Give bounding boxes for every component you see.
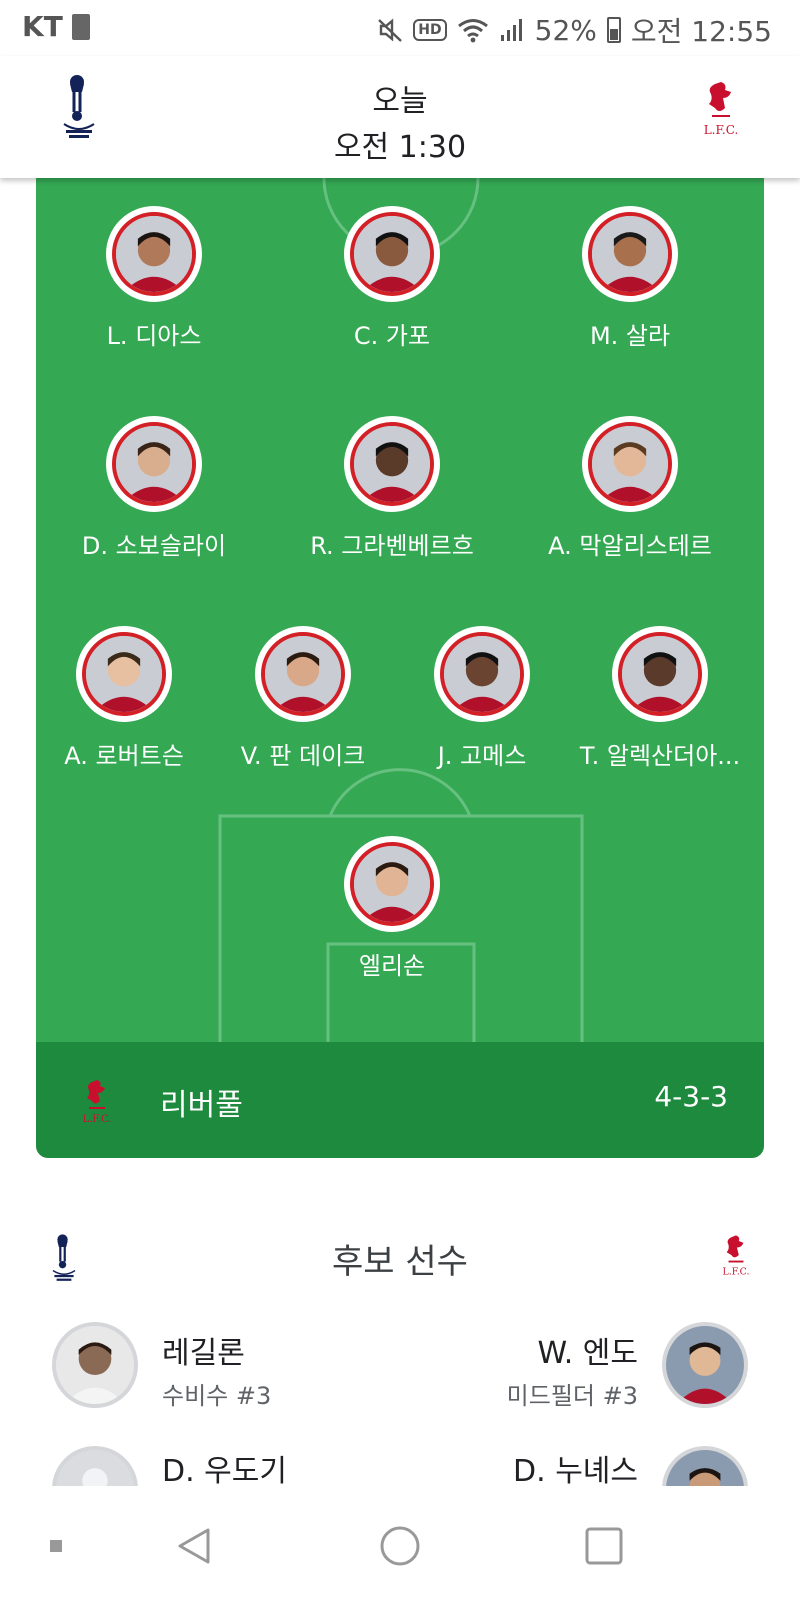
match-day: 오늘 bbox=[372, 84, 428, 119]
mute-icon bbox=[378, 18, 403, 42]
player-name: M. 살라 bbox=[589, 322, 671, 350]
player-name: J. 고메스 bbox=[437, 742, 527, 770]
player-photo bbox=[344, 206, 440, 302]
player-name: V. 판 데이크 bbox=[240, 742, 366, 770]
liverpool-crest-icon[interactable]: L.F.C. bbox=[702, 78, 740, 138]
clock: 오전 12:55 bbox=[630, 15, 772, 48]
substitute-position: 수비수 #3 bbox=[162, 1382, 272, 1410]
home-icon[interactable] bbox=[370, 1516, 430, 1576]
team-bar: L.F.C. 리버풀 4-3-3 bbox=[36, 1042, 764, 1158]
player-photo bbox=[612, 626, 708, 722]
battery-percent: 52% bbox=[534, 13, 597, 47]
player-photo bbox=[52, 1322, 138, 1408]
battery-saver-icon bbox=[72, 14, 90, 40]
lineup-player[interactable]: A. 로버트슨 bbox=[36, 626, 224, 771]
lineup-player[interactable]: M. 살라 bbox=[530, 206, 730, 351]
navigation-bar bbox=[0, 1490, 800, 1600]
match-header: 오늘 오전 1:30 L.F.C. bbox=[0, 56, 800, 178]
substitute-item[interactable]: W. 엔도 미드필더 #3 bbox=[408, 1322, 748, 1422]
liverpool-crest-icon: L.F.C. bbox=[83, 1080, 112, 1124]
player-photo bbox=[344, 416, 440, 512]
substitute-name: D. 우도기 bbox=[162, 1454, 287, 1486]
formation: 4-3-3 bbox=[654, 1080, 728, 1113]
lineup-player[interactable]: J. 고메스 bbox=[382, 626, 582, 771]
svg-text:L.F.C.: L.F.C. bbox=[83, 1114, 112, 1124]
player-name: D. 소보슬라이 bbox=[81, 532, 227, 560]
lineup-player[interactable]: C. 가포 bbox=[292, 206, 492, 351]
substitute-name: D. 누녜스 bbox=[513, 1454, 638, 1486]
player-photo bbox=[255, 626, 351, 722]
substitutes-title: 후보 선수 bbox=[332, 1242, 468, 1282]
pitch: L. 디아스 C. 가포 M. 살라 D. 소보슬라이 R. 그라벤베르흐 A. 막알리스… bbox=[36, 178, 764, 1042]
hd-voice-icon: HD bbox=[413, 19, 447, 41]
substitute-item[interactable]: D. 우도기 bbox=[52, 1446, 392, 1486]
signal-icon bbox=[500, 19, 522, 41]
substitute-name: 레길론 bbox=[162, 1336, 245, 1371]
svg-text:L.F.C.: L.F.C. bbox=[704, 123, 739, 137]
lineup-player[interactable]: D. 소보슬라이 bbox=[54, 416, 254, 561]
player-photo bbox=[582, 416, 678, 512]
substitute-item[interactable]: D. 누녜스 bbox=[408, 1446, 748, 1486]
player-photo bbox=[344, 836, 440, 932]
battery-icon bbox=[606, 17, 621, 43]
svg-text:L.F.C.: L.F.C. bbox=[723, 1267, 750, 1278]
lineup-player[interactable]: 엘리손 bbox=[292, 836, 492, 981]
lineup-player[interactable]: T. 알렉산더아... bbox=[560, 626, 760, 771]
recents-icon[interactable] bbox=[26, 1516, 86, 1576]
player-name: A. 로버트슨 bbox=[64, 742, 184, 770]
status-bar: KT HD 52% 오전 12:55 bbox=[0, 0, 800, 56]
player-photo bbox=[106, 206, 202, 302]
player-name: 엘리손 bbox=[358, 952, 426, 980]
player-photo bbox=[662, 1446, 748, 1486]
player-name: A. 막알리스테르 bbox=[548, 532, 712, 560]
player-photo-placeholder bbox=[52, 1446, 138, 1486]
player-name: T. 알렉산더아... bbox=[579, 742, 741, 770]
overview-icon[interactable] bbox=[574, 1516, 634, 1576]
player-name: R. 그라벤베르흐 bbox=[310, 532, 474, 560]
player-photo bbox=[76, 626, 172, 722]
player-photo bbox=[106, 416, 202, 512]
player-photo bbox=[582, 206, 678, 302]
match-time: 오전 1:30 bbox=[333, 130, 467, 165]
player-photo bbox=[434, 626, 530, 722]
substitute-item[interactable]: 레길론 수비수 #3 bbox=[52, 1322, 392, 1422]
wifi-icon bbox=[457, 19, 488, 43]
lineup-player[interactable]: R. 그라벤베르흐 bbox=[292, 416, 492, 561]
substitute-name: W. 엔도 bbox=[537, 1336, 639, 1371]
liverpool-crest-icon[interactable]: L.F.C. bbox=[722, 1232, 750, 1278]
substitute-position: 미드필더 #3 bbox=[506, 1382, 638, 1410]
player-photo bbox=[662, 1322, 748, 1408]
back-icon[interactable] bbox=[164, 1516, 224, 1576]
team-name: 리버풀 bbox=[160, 1088, 243, 1123]
player-name: C. 가포 bbox=[353, 322, 431, 350]
player-name: L. 디아스 bbox=[106, 322, 202, 350]
carrier-label: KT bbox=[22, 10, 63, 43]
lineup-player[interactable]: V. 판 데이크 bbox=[203, 626, 403, 771]
lineup-player[interactable]: L. 디아스 bbox=[54, 206, 254, 351]
lineup-player[interactable]: A. 막알리스테르 bbox=[530, 416, 730, 561]
